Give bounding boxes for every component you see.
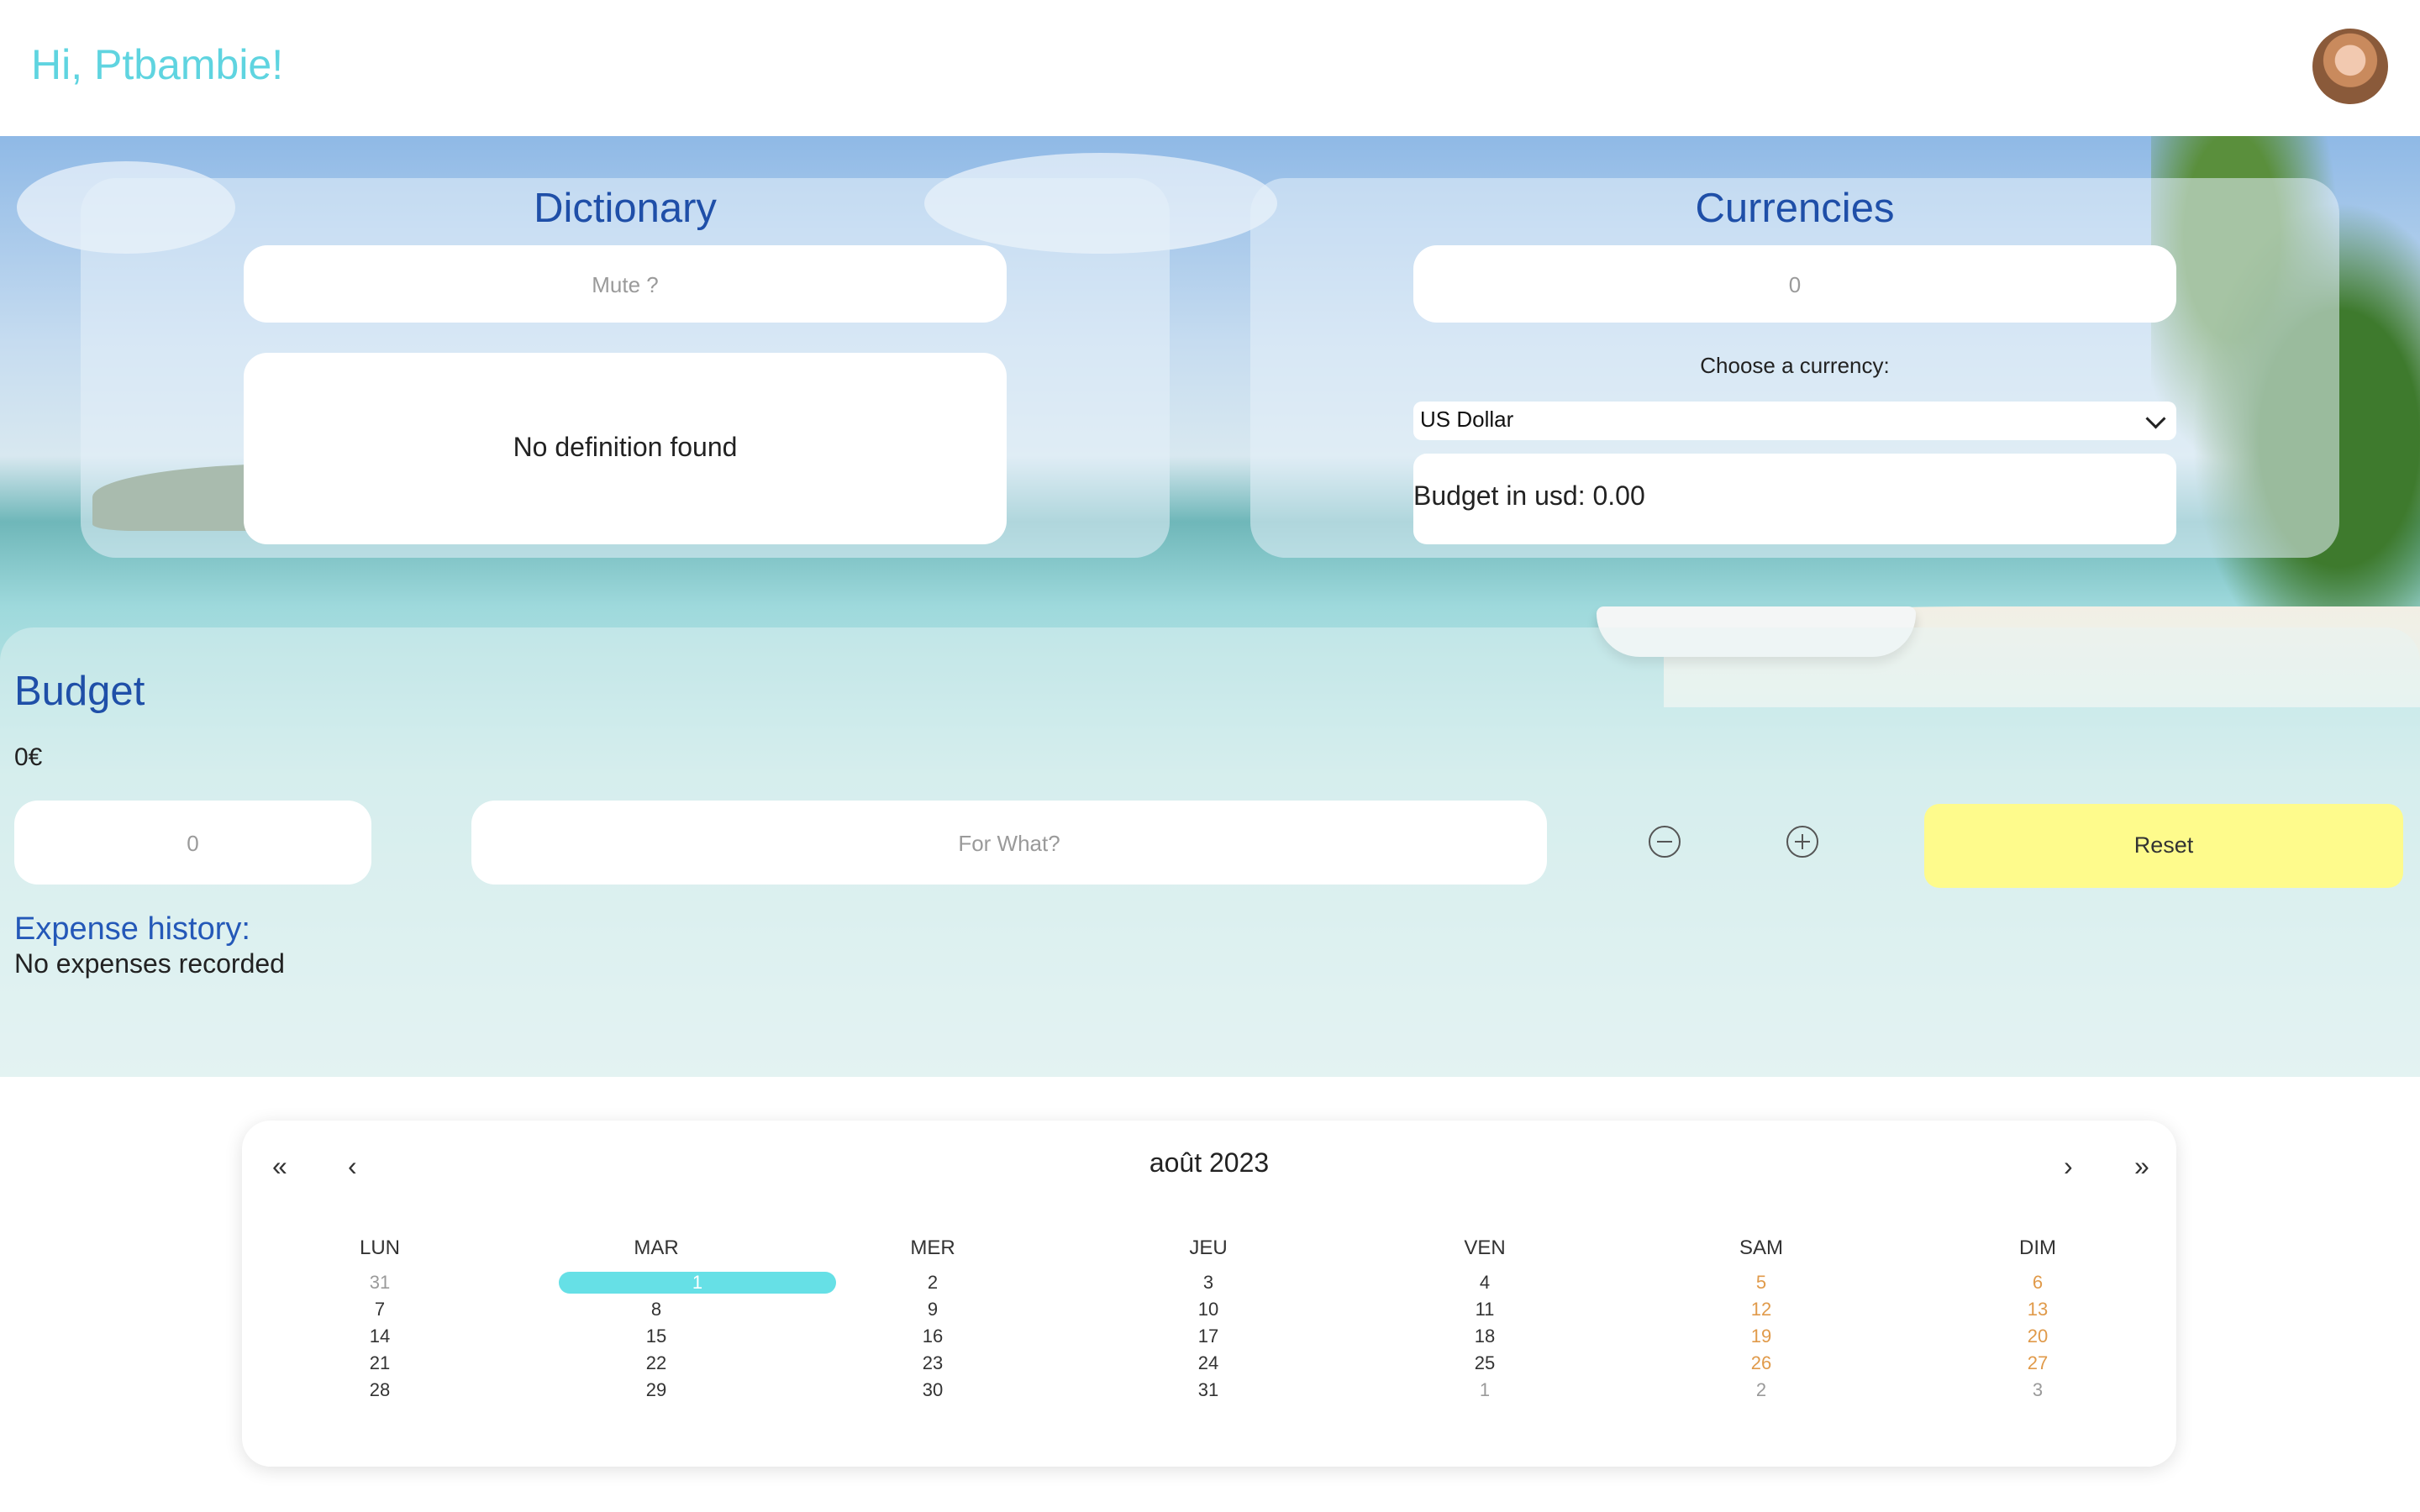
calendar-day[interactable]: 26 <box>1677 1352 1845 1374</box>
calendar-day[interactable]: 8 <box>572 1299 740 1320</box>
calendar-day[interactable]: 22 <box>572 1352 740 1374</box>
calendar-day[interactable]: 29 <box>572 1379 740 1401</box>
calendar-day[interactable]: 4 <box>1401 1272 1569 1294</box>
calendar-day[interactable]: 5 <box>1677 1272 1845 1294</box>
dictionary-title: Dictionary <box>534 186 717 231</box>
weekday-label: SAM <box>1739 1236 1783 1259</box>
currency-result-text: Budget in usd: 0.00 <box>1413 480 1645 511</box>
calendar: « ‹ août 2023 › » LUN MAR MER JEU VEN SAM DIM … <box>242 1121 2176 1467</box>
greeting-text: Hi, Ptbambie! <box>31 41 284 88</box>
calendar-day[interactable]: 16 <box>849 1326 1017 1347</box>
calendar-day[interactable]: 3 <box>1954 1379 2122 1401</box>
reset-button[interactable]: Reset <box>1924 804 2403 888</box>
minus-circle-icon[interactable] <box>1649 826 1681 858</box>
calendar-day[interactable]: 31 <box>296 1272 464 1294</box>
definition-text: No definition found <box>513 432 738 462</box>
chevron-down-icon <box>2145 408 2166 429</box>
calendar-day[interactable]: 7 <box>296 1299 464 1320</box>
user-avatar[interactable] <box>2312 29 2388 104</box>
calendar-day[interactable]: 1 <box>559 1272 836 1294</box>
expense-purpose-placeholder: For What? <box>958 831 1060 856</box>
calendar-day[interactable]: 6 <box>1954 1272 2122 1294</box>
calendar-day[interactable]: 11 <box>1401 1299 1569 1320</box>
calendar-day[interactable]: 17 <box>1124 1326 1292 1347</box>
calendar-day[interactable]: 19 <box>1677 1326 1845 1347</box>
calendar-day[interactable]: 3 <box>1124 1272 1292 1294</box>
calendar-day[interactable]: 23 <box>849 1352 1017 1374</box>
weekday-label: JEU <box>1189 1236 1228 1259</box>
expense-amount-input[interactable]: 0 <box>14 801 371 885</box>
calendar-day[interactable]: 1 <box>1401 1379 1569 1401</box>
calendar-day[interactable]: 18 <box>1401 1326 1569 1347</box>
calendar-day[interactable]: 24 <box>1124 1352 1292 1374</box>
calendar-last-button[interactable]: » <box>2134 1151 2149 1182</box>
expense-history-title: Expense history: <box>14 911 250 947</box>
expense-history-empty: No expenses recorded <box>14 948 285 979</box>
calendar-day[interactable]: 2 <box>1677 1379 1845 1401</box>
calendar-day[interactable]: 21 <box>296 1352 464 1374</box>
calendar-day[interactable]: 15 <box>572 1326 740 1347</box>
reset-button-label: Reset <box>2133 832 2194 858</box>
currency-select-value: US Dollar <box>1420 407 1514 432</box>
choose-currency-label: Choose a currency: <box>1700 353 1890 378</box>
expense-amount-value: 0 <box>187 831 199 856</box>
dictionary-card: Dictionary Mute ? No definition found <box>81 178 1170 558</box>
plus-circle-icon[interactable] <box>1786 826 1818 858</box>
currencies-title: Currencies <box>1695 186 1895 231</box>
currencies-card: Currencies 0 Choose a currency: US Dolla… <box>1250 178 2339 558</box>
calendar-day[interactable]: 25 <box>1401 1352 1569 1374</box>
budget-panel: Budget 0€ 0 For What? Reset Expense hist… <box>0 627 2420 1077</box>
calendar-day[interactable]: 14 <box>296 1326 464 1347</box>
calendar-month-label[interactable]: août 2023 <box>242 1147 2176 1179</box>
calendar-day[interactable]: 31 <box>1124 1379 1292 1401</box>
weekday-label: LUN <box>359 1236 400 1259</box>
currency-amount-input[interactable]: 0 <box>1413 245 2176 323</box>
calendar-day[interactable]: 20 <box>1954 1326 2122 1347</box>
calendar-day[interactable]: 12 <box>1677 1299 1845 1320</box>
currency-select[interactable]: US Dollar <box>1413 402 2176 440</box>
calendar-day[interactable]: 13 <box>1954 1299 2122 1320</box>
calendar-day[interactable]: 28 <box>296 1379 464 1401</box>
currency-result-box: Budget in usd: 0.00 <box>1413 454 2176 544</box>
calendar-day[interactable]: 9 <box>849 1299 1017 1320</box>
budget-amount: 0€ <box>14 743 43 771</box>
weekday-label: MAR <box>634 1236 679 1259</box>
calendar-day[interactable]: 10 <box>1124 1299 1292 1320</box>
definition-box: No definition found <box>244 353 1007 544</box>
weekday-label: MER <box>910 1236 955 1259</box>
currency-amount-value: 0 <box>1788 272 1802 297</box>
budget-title: Budget <box>14 669 145 714</box>
calendar-day[interactable]: 2 <box>849 1272 1017 1294</box>
calendar-next-button[interactable]: › <box>2064 1151 2073 1182</box>
calendar-day[interactable]: 30 <box>849 1379 1017 1401</box>
weekday-label: VEN <box>1464 1236 1506 1259</box>
top-header: Hi, Ptbambie! <box>0 0 2420 136</box>
expense-purpose-input[interactable]: For What? <box>471 801 1547 885</box>
calendar-day[interactable]: 27 <box>1954 1352 2122 1374</box>
weekday-label: DIM <box>2019 1236 2056 1259</box>
dictionary-search-placeholder: Mute ? <box>592 272 659 297</box>
dictionary-search-input[interactable]: Mute ? <box>244 245 1007 323</box>
